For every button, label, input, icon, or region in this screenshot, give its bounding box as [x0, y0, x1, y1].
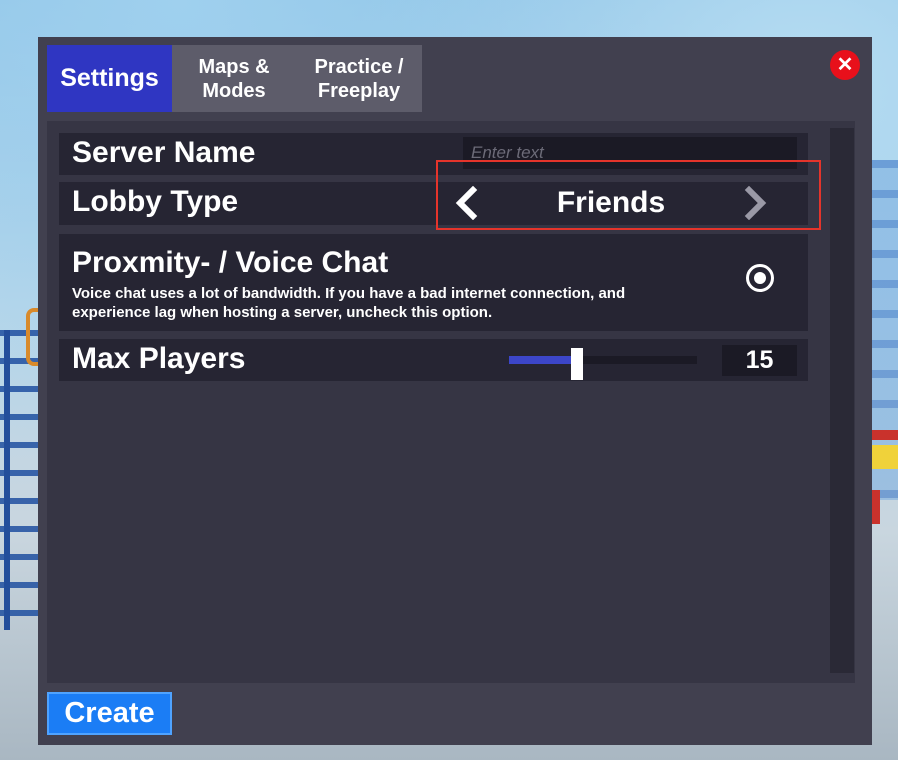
server-name-row: Server Name [59, 133, 808, 175]
voice-chat-row: Proxmity- / Voice Chat Voice chat uses a… [59, 234, 808, 331]
voice-chat-toggle[interactable] [746, 264, 774, 292]
settings-content: Server Name Lobby Type Friends Proxmity-… [47, 121, 855, 683]
tab-maps-modes[interactable]: Maps & Modes [172, 45, 296, 112]
background-scenery-red-beam [872, 430, 898, 440]
close-button[interactable]: ✕ [830, 50, 860, 80]
create-button[interactable]: Create [47, 692, 172, 735]
voice-chat-toggle-dot [754, 272, 766, 284]
max-players-slider[interactable] [509, 348, 697, 380]
lobby-type-row: Lobby Type Friends [59, 182, 808, 225]
max-players-slider-handle[interactable] [570, 348, 583, 380]
voice-chat-label: Proxmity- / Voice Chat [72, 246, 389, 279]
lobby-type-prev-button[interactable] [451, 185, 483, 221]
max-players-slider-fill [509, 356, 577, 364]
tab-settings[interactable]: Settings [47, 45, 172, 112]
tab-bar: Settings Maps & Modes Practice / Freepla… [47, 45, 422, 112]
lobby-type-value: Friends [556, 186, 666, 219]
background-scenery-red-post [872, 490, 880, 524]
server-name-input[interactable] [463, 137, 797, 169]
lobby-settings-panel: Settings Maps & Modes Practice / Freepla… [38, 37, 872, 745]
close-icon: ✕ [836, 54, 854, 76]
server-name-label: Server Name [72, 136, 256, 169]
lobby-type-next-button[interactable] [739, 185, 771, 221]
max-players-label: Max Players [72, 342, 246, 375]
background-scenery-yellow-block [872, 445, 898, 469]
max-players-row: Max Players 15 [59, 339, 808, 381]
chevron-left-icon [455, 185, 478, 221]
voice-chat-description: Voice chat uses a lot of bandwidth. If y… [72, 285, 626, 321]
chevron-right-icon [744, 185, 767, 221]
max-players-value: 15 [722, 345, 797, 376]
background-scenery-left-pole [4, 330, 10, 630]
tab-practice-freeplay[interactable]: Practice / Freeplay [296, 45, 422, 112]
lobby-type-label: Lobby Type [72, 185, 239, 218]
scrollbar[interactable] [830, 128, 854, 673]
